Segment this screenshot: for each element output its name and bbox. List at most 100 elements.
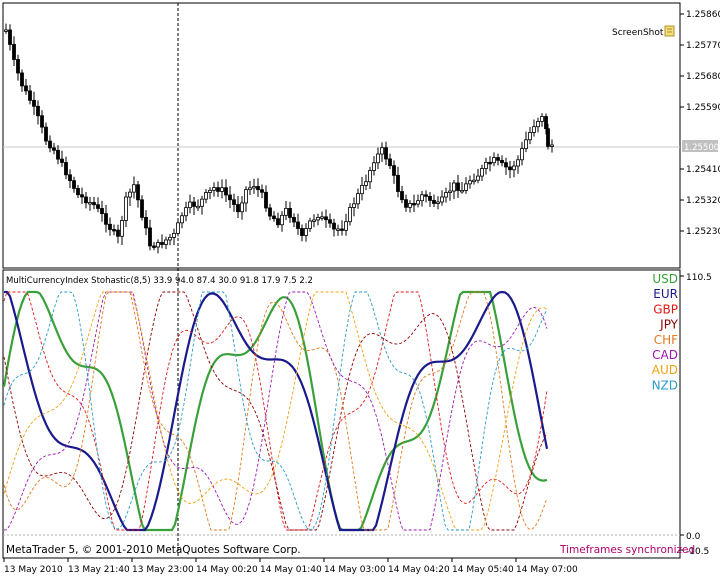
candle-body [216,187,220,192]
candle-body [384,147,388,160]
candle-body [440,196,444,203]
price-axis: 1.25860 1.25770 1.25680 1.25590 1.25410 1.253… [680,10,720,237]
candle-body [172,232,176,238]
candle-body [64,162,68,176]
candle-body [224,187,228,196]
candle-body [392,165,396,176]
candle-body [544,116,548,130]
candle-body [92,202,96,206]
current-price-text: 1.25500 [684,143,719,153]
legend-usd: USD [652,272,678,286]
candle-body [76,188,80,196]
price-label: 1.25320 [686,196,720,206]
indicator-scale-zero: 0.0 [686,532,701,542]
price-label: 1.25860 [686,10,720,20]
candle-body [160,242,164,245]
candle-body [316,217,320,221]
candle-body [168,237,172,241]
sync-status: Timeframes synchronized [559,544,695,556]
candle-body [44,126,48,142]
candle-body [284,207,288,216]
candle-body [32,99,36,107]
candle-body [228,194,232,201]
candle-body [148,227,152,247]
candle-body [432,200,436,204]
candle-body [388,158,392,167]
candle-body [104,213,108,225]
candle-body [476,175,480,181]
candle-body [256,186,260,191]
candle-body [116,229,120,237]
candle-body [244,189,248,204]
candle-body [268,207,272,217]
chart-canvas[interactable]: 1.25860 1.25770 1.25680 1.25590 1.25410 1.253… [0,0,720,576]
price-label: 1.25590 [686,103,720,113]
candle-body [456,182,460,191]
candle-body [68,174,72,182]
candle-body [508,166,512,171]
screenshot-icon[interactable] [664,25,675,37]
time-label: 14 May 01:40 [260,565,322,575]
candle-body [84,196,88,204]
candle-body [208,189,212,193]
candle-body [8,29,12,45]
candle-body [180,215,184,224]
candle-body [356,193,360,205]
candle-body [536,120,540,128]
time-label: 14 May 05:40 [452,565,514,575]
candle-body [184,207,188,217]
candle-body [540,116,544,122]
candle-body [40,115,44,128]
legend-chf: CHF [654,333,678,347]
candle-body [524,139,528,149]
candle-body [444,192,448,198]
time-label: 13 May 2010 [4,565,63,575]
candle-body [260,189,264,193]
candle-body [436,201,440,204]
candle-body [12,44,16,60]
candle-body [212,187,216,191]
candle-body [188,201,192,209]
screenshot-label[interactable]: ScreenShot [612,28,664,38]
candle-body [360,185,364,195]
candle-body [296,221,300,229]
legend-eur: EUR [653,287,678,301]
candle-body [108,223,112,230]
candle-body [372,162,376,171]
price-label: 1.25410 [686,165,720,175]
candle-body [488,161,492,165]
candle-body [132,184,136,193]
time-axis: 13 May 2010 13 May 21:40 13 May 23:00 14 Ma… [3,558,578,575]
candle-body [308,220,312,229]
candle-body [464,183,468,191]
candle-body [292,217,296,223]
candle-body [352,203,356,208]
candle-body [96,204,100,209]
candle-body [404,199,408,208]
candle-body [16,59,20,74]
currency-legend: USDEURGBP JPYCHFCADAUDNZD [652,272,679,392]
candle-body [468,180,472,185]
candle-body [480,168,484,177]
time-label: 14 May 07:00 [516,565,578,575]
candle-body [460,190,464,193]
candle-body [144,216,148,229]
candle-body [24,85,28,92]
candle-body [312,219,316,222]
legend-aud: AUD [652,363,678,377]
candle-body [448,190,452,193]
candle-body [380,147,384,155]
candle-body [220,187,224,192]
candle-body [276,218,280,226]
legend-gbp: GBP [653,302,678,316]
legend-jpy: JPY [659,318,679,332]
candle-body [48,140,52,149]
candle-body [304,228,308,236]
candle-body [550,144,554,147]
candle-body [546,128,550,147]
candle-body [196,205,200,209]
candle-body [528,132,532,141]
candle-body [128,191,132,198]
candle-body [60,158,64,163]
candle-body [156,242,160,248]
